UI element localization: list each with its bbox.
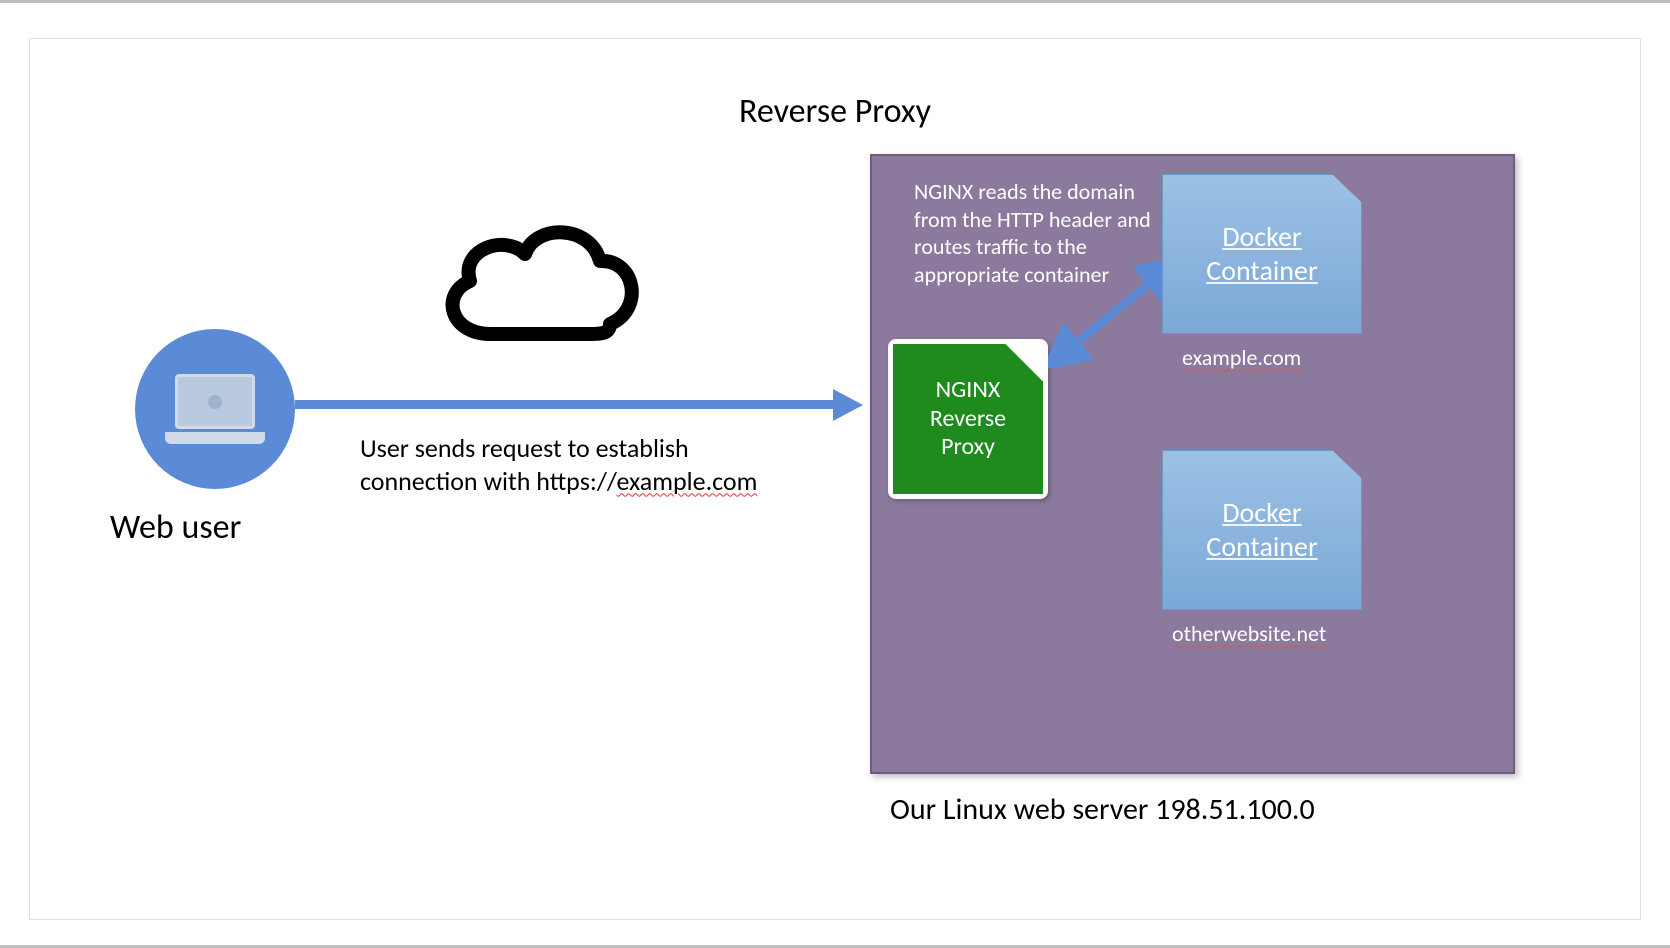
server-box: NGINX reads the domain from the HTTP hea… bbox=[870, 154, 1515, 774]
docker1-domain: example.com bbox=[1182, 344, 1301, 371]
docker2-domain: otherwebsite.net bbox=[1172, 620, 1326, 647]
page: Reverse Proxy Web user User sends reques… bbox=[0, 0, 1670, 948]
server-caption: Our Linux web server 198.51.100.0 bbox=[890, 791, 1315, 828]
nginx-description: NGINX reads the domain from the HTTP hea… bbox=[914, 178, 1164, 288]
cloud-icon bbox=[420, 199, 650, 359]
request-arrow bbox=[295, 389, 863, 419]
nginx-node: NGINX Reverse Proxy bbox=[888, 339, 1048, 499]
laptop-icon bbox=[165, 374, 265, 444]
web-user-icon bbox=[135, 329, 295, 489]
docker-container-2: Docker Container bbox=[1162, 450, 1362, 610]
diagram-title: Reverse Proxy bbox=[30, 91, 1640, 132]
request-caption: User sends request to establish connecti… bbox=[360, 432, 757, 497]
docker-container-1: Docker Container bbox=[1162, 174, 1362, 334]
nginx-label: NGINX Reverse Proxy bbox=[930, 376, 1006, 462]
slide-canvas: Reverse Proxy Web user User sends reques… bbox=[30, 39, 1640, 919]
web-user-label: Web user bbox=[110, 507, 241, 548]
